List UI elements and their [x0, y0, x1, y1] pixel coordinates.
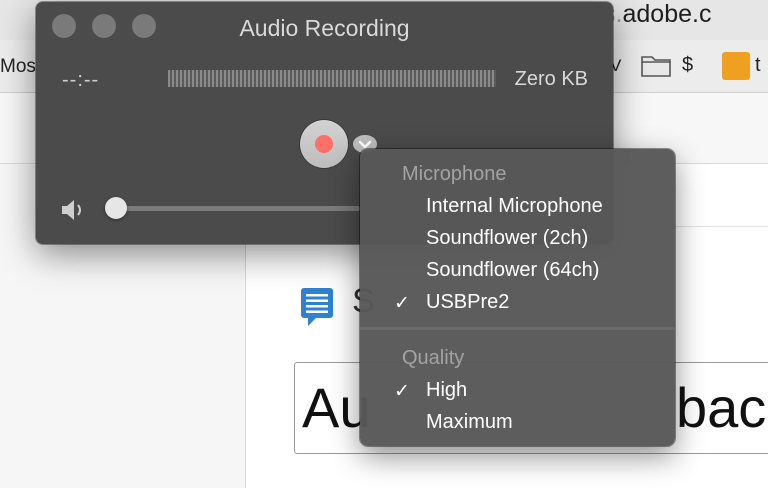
checkmark-icon: ✓	[394, 293, 410, 314]
bookmark-favicon-icon[interactable]	[722, 52, 750, 80]
volume-slider-track[interactable]	[116, 206, 360, 211]
recording-options-menu: Microphone ✓ Internal Microphone ✓ Sound…	[360, 149, 675, 446]
menu-item-usbpre2[interactable]: USBPre2	[426, 291, 509, 314]
record-icon	[315, 135, 333, 153]
bookmark-item[interactable]: Mos	[0, 56, 36, 78]
record-button[interactable]	[300, 120, 348, 168]
audio-level-meter	[168, 70, 496, 87]
menu-item-quality-maximum[interactable]: Maximum	[426, 411, 513, 434]
url-domain: adobe.c	[622, 0, 712, 28]
bookmark-item[interactable]: t	[755, 54, 761, 77]
text-input-value: bac	[676, 376, 767, 439]
folder-icon[interactable]	[640, 52, 672, 83]
bookmark-item[interactable]: $	[682, 54, 693, 77]
document-icon	[300, 287, 334, 332]
recording-time: --:--	[62, 69, 100, 91]
menu-item-soundflower-2ch[interactable]: Soundflower (2ch)	[426, 227, 588, 250]
window-title: Audio Recording	[239, 15, 410, 41]
checkmark-icon: ✓	[394, 381, 410, 402]
microphone-section-header: Microphone	[402, 163, 507, 185]
menu-item-quality-high[interactable]: High	[426, 379, 467, 402]
quality-section-header: Quality	[402, 347, 465, 369]
speaker-icon	[60, 199, 88, 226]
menu-item-internal-microphone[interactable]: Internal Microphone	[426, 195, 603, 218]
recording-size: Zero KB	[514, 68, 588, 90]
menu-separator	[360, 327, 675, 330]
volume-slider-knob[interactable]	[105, 197, 127, 219]
menu-item-soundflower-64ch[interactable]: Soundflower (64ch)	[426, 259, 599, 282]
